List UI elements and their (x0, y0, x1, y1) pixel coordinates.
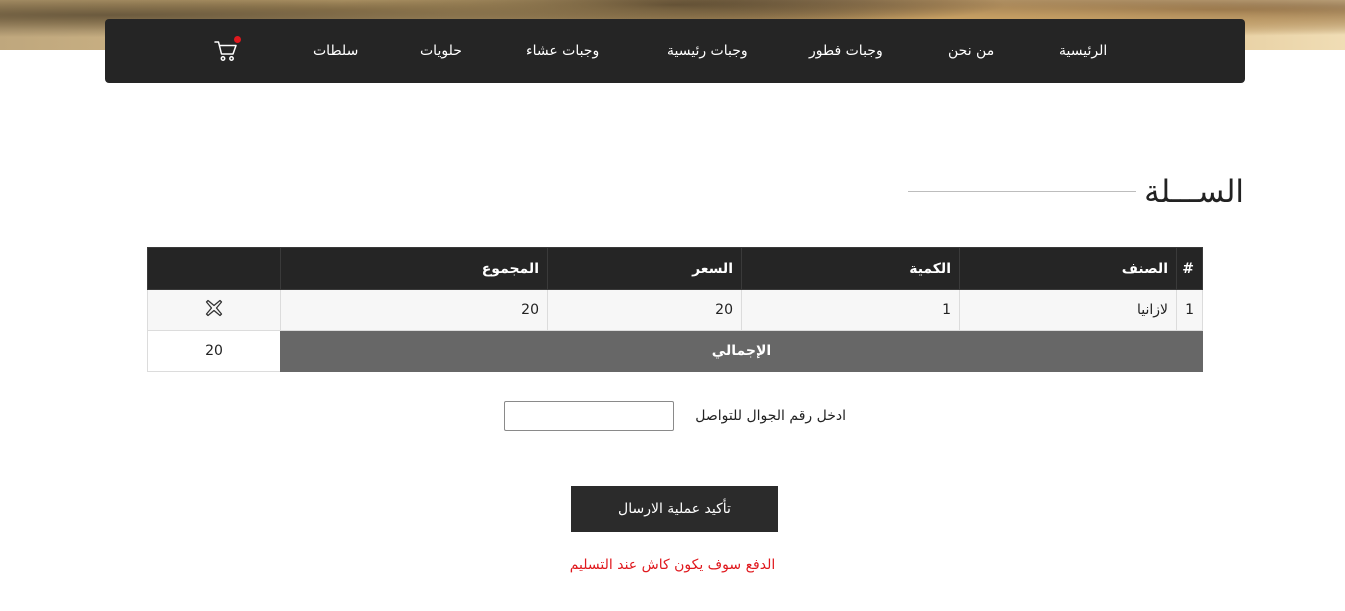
phone-label: ادخل رقم الجوال للتواصل (695, 408, 846, 424)
row-index: 1 (1176, 289, 1203, 331)
payment-note: الدفع سوف يكون كاش عند التسليم (569, 557, 776, 573)
row-total: 20 (280, 289, 548, 331)
header-index: # (1176, 247, 1203, 290)
row-item: لازانيا (959, 289, 1177, 331)
row-quantity: 1 (741, 289, 960, 331)
table-header-row: # الصنف الكمية السعر المجموع (147, 247, 1203, 290)
grand-total-value: 20 (147, 330, 281, 372)
cart-badge-dot (234, 36, 241, 43)
row-action-cell (147, 289, 281, 331)
header-item: الصنف (959, 247, 1177, 290)
header-price: السعر (547, 247, 742, 290)
grand-total-label: الإجمالي (280, 330, 1203, 372)
nav-item-salads[interactable]: سلطات (313, 19, 358, 83)
nav-item-breakfast[interactable]: وجبات فطور (809, 19, 883, 83)
phone-field-group: ادخل رقم الجوال للتواصل (504, 401, 850, 431)
main-navbar: الرئيسية من نحن وجبات فطور وجبات رئيسية … (105, 19, 1245, 83)
grand-total-row: الإجمالي 20 (147, 330, 1203, 372)
page-title: الســـلة (1144, 174, 1244, 210)
header-action (147, 247, 281, 290)
header-quantity: الكمية (741, 247, 960, 290)
nav-item-about[interactable]: من نحن (948, 19, 994, 83)
phone-input[interactable] (504, 401, 674, 431)
row-price: 20 (547, 289, 742, 331)
nav-item-dinner[interactable]: وجبات عشاء (526, 19, 599, 83)
nav-item-home[interactable]: الرئيسية (1059, 19, 1107, 83)
header-total: المجموع (280, 247, 548, 290)
close-icon[interactable] (205, 299, 223, 321)
cart-table: # الصنف الكمية السعر المجموع 1 لازانيا 1… (147, 247, 1203, 372)
title-divider (908, 191, 1136, 192)
nav-item-desserts[interactable]: حلويات (420, 19, 462, 83)
table-row: 1 لازانيا 1 20 20 (147, 289, 1203, 331)
nav-item-main-meals[interactable]: وجبات رئيسية (667, 19, 748, 83)
confirm-submit-button[interactable]: تأكيد عملية الارسال (571, 486, 778, 532)
cart-icon[interactable] (213, 36, 241, 63)
